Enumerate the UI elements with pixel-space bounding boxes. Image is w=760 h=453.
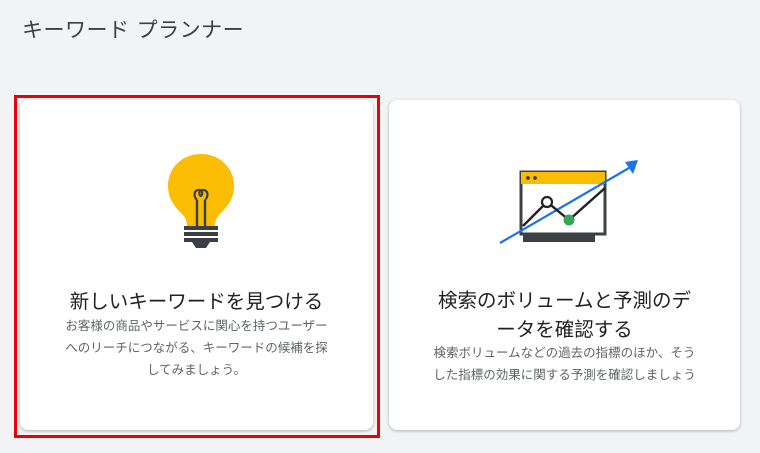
lightbulb-icon [166,152,236,256]
page-title: キーワード プランナー [22,18,245,42]
card-description-line: した指標の効果に関する予測を確認しましょう [433,367,696,382]
forecast-card[interactable]: 検索のボリュームと予測のデ ータを確認する 検索ボリュームなどの過去の指標のほか… [389,100,740,430]
card-title-line: ータを確認する [496,318,633,341]
card-title-line: 検索のボリュームと予測のデ [438,289,691,312]
card-description-line: してみましょう。 [147,362,246,377]
card-title: 検索のボリュームと予測のデ ータを確認する [389,286,740,344]
card-description-line: 検索ボリュームなどの過去の指標のほか、そう [433,345,696,360]
card-description: 検索ボリュームなどの過去の指標のほか、そう した指標の効果に関する予測を確認しま… [389,342,740,386]
forecast-chart-icon [497,160,642,259]
card-description: お客様の商品やサービスに関心を持つユーザー へのリーチにつながる、キーワードの候… [20,315,373,381]
find-keywords-card[interactable]: 新しいキーワードを見つける お客様の商品やサービスに関心を持つユーザー へのリー… [20,100,373,430]
card-description-line: お客様の商品やサービスに関心を持つユーザー [65,318,328,333]
card-title: 新しいキーワードを見つける [69,290,324,313]
card-description-line: へのリーチにつながる、キーワードの候補を探 [65,340,328,355]
